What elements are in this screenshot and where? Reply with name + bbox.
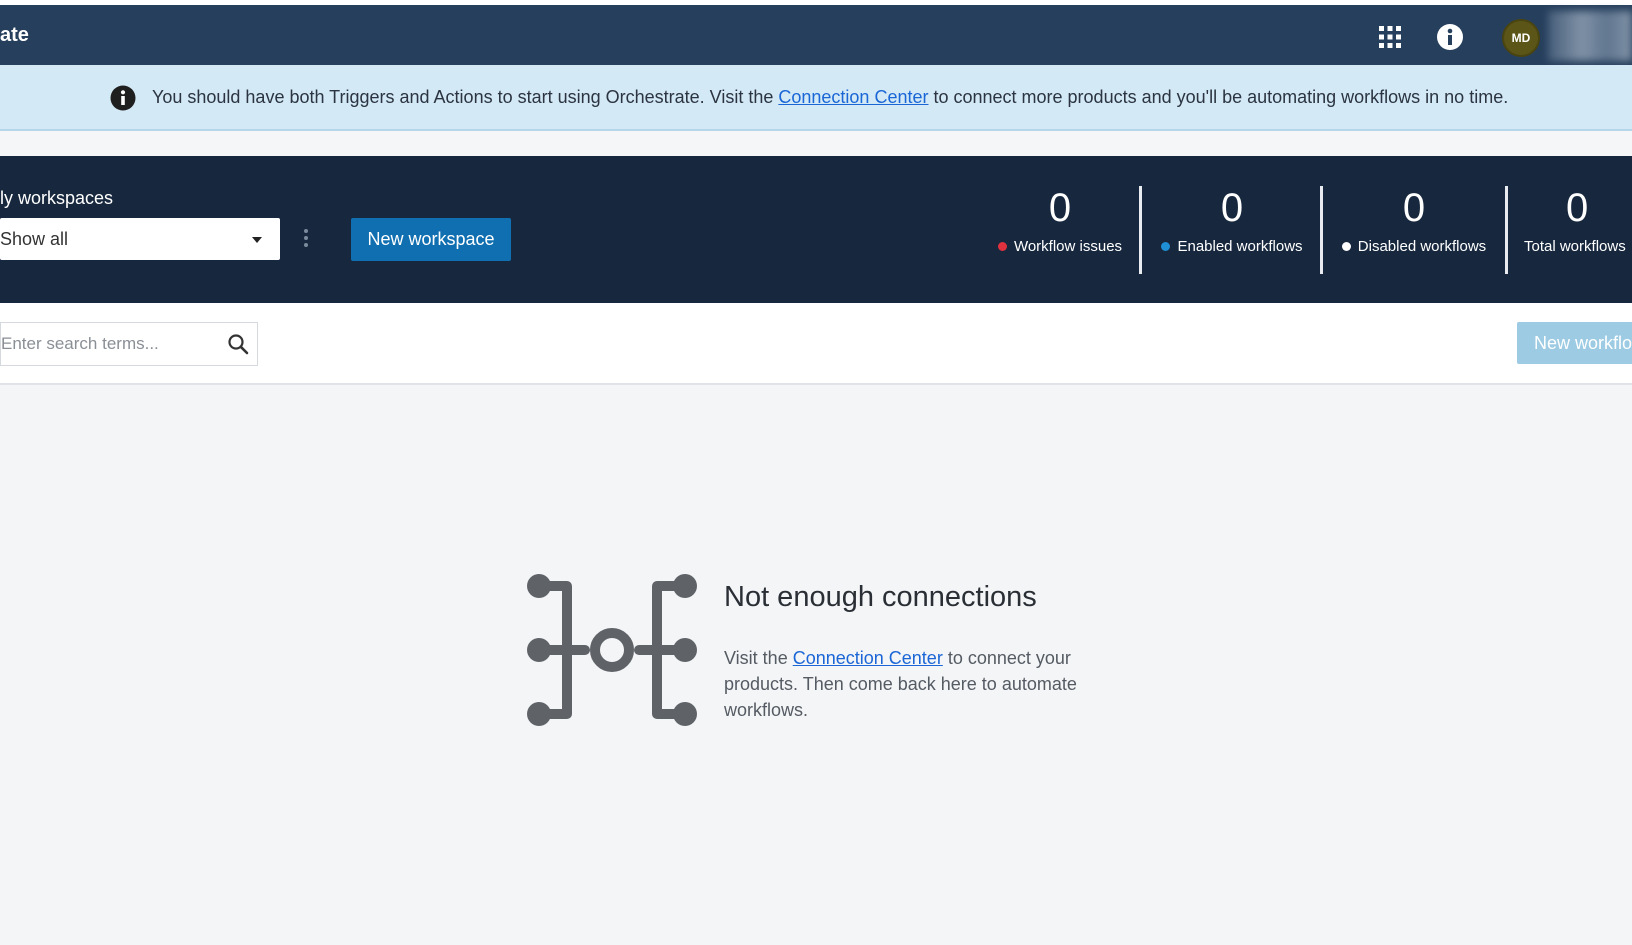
stat-divider [1320,186,1323,274]
search-input[interactable] [1,323,211,365]
info-banner: You should have both Triggers and Action… [0,65,1632,131]
connections-icon [527,574,697,726]
info-icon [110,85,136,111]
banner-text-after: to connect more products and you'll be a… [928,87,1509,107]
stat-divider [1505,186,1508,274]
banner-text-before: You should have both Triggers and Action… [152,87,779,107]
top-bar: ate MD [0,5,1632,65]
empty-state-description: Visit the Connection Center to connect y… [724,645,1094,723]
stat-total-workflows: 0 Total workflows [1514,186,1632,255]
status-dot [1341,242,1351,251]
main-content: Not enough connections Visit the Connect… [0,385,1632,945]
toolbar: New workflo [0,303,1632,385]
search-icon[interactable] [227,333,249,355]
stat-workflow-issues: 0 Workflow issues [985,186,1135,255]
caret-down-icon [252,237,262,243]
empty-state-title: Not enough connections [724,581,1037,613]
workspace-bar: ly workspaces Show all New workspace 0 W… [0,156,1632,303]
status-dot [1161,242,1171,251]
empty-desc-before: Visit the [724,648,793,668]
stat-value: 0 [1220,186,1244,230]
stat-label: Disabled workflows [1357,238,1487,255]
stat-divider [1139,186,1142,274]
more-options-icon[interactable] [300,226,312,252]
info-icon[interactable] [1436,23,1464,51]
status-dot [997,242,1007,251]
grid-icon[interactable] [1378,25,1402,49]
stat-disabled-workflows: 0 Disabled workflows [1332,186,1496,255]
workspace-select[interactable]: Show all [0,218,280,260]
connection-center-link[interactable]: Connection Center [793,648,943,668]
stat-value: 0 [1566,186,1589,230]
search-box [0,322,258,366]
new-workspace-button[interactable]: New workspace [351,218,511,261]
avatar[interactable]: MD [1502,19,1540,57]
workspaces-label: ly workspaces [0,188,114,208]
banner-message: You should have both Triggers and Action… [152,87,1508,108]
app-title: ate [0,24,29,46]
connection-center-link[interactable]: Connection Center [778,87,928,107]
user-name-redacted[interactable] [1548,11,1632,61]
new-workflow-button[interactable]: New workflo [1517,322,1632,364]
stat-value: 0 [1402,186,1426,230]
stat-value: 0 [1048,186,1072,230]
spacer [0,131,1632,156]
stat-label: Workflow issues [1013,238,1123,255]
stat-enabled-workflows: 0 Enabled workflows [1152,186,1312,255]
stat-label: Enabled workflows [1177,238,1303,255]
workspace-select-value: Show all [0,229,69,249]
stat-label: Total workflows [1524,238,1626,255]
